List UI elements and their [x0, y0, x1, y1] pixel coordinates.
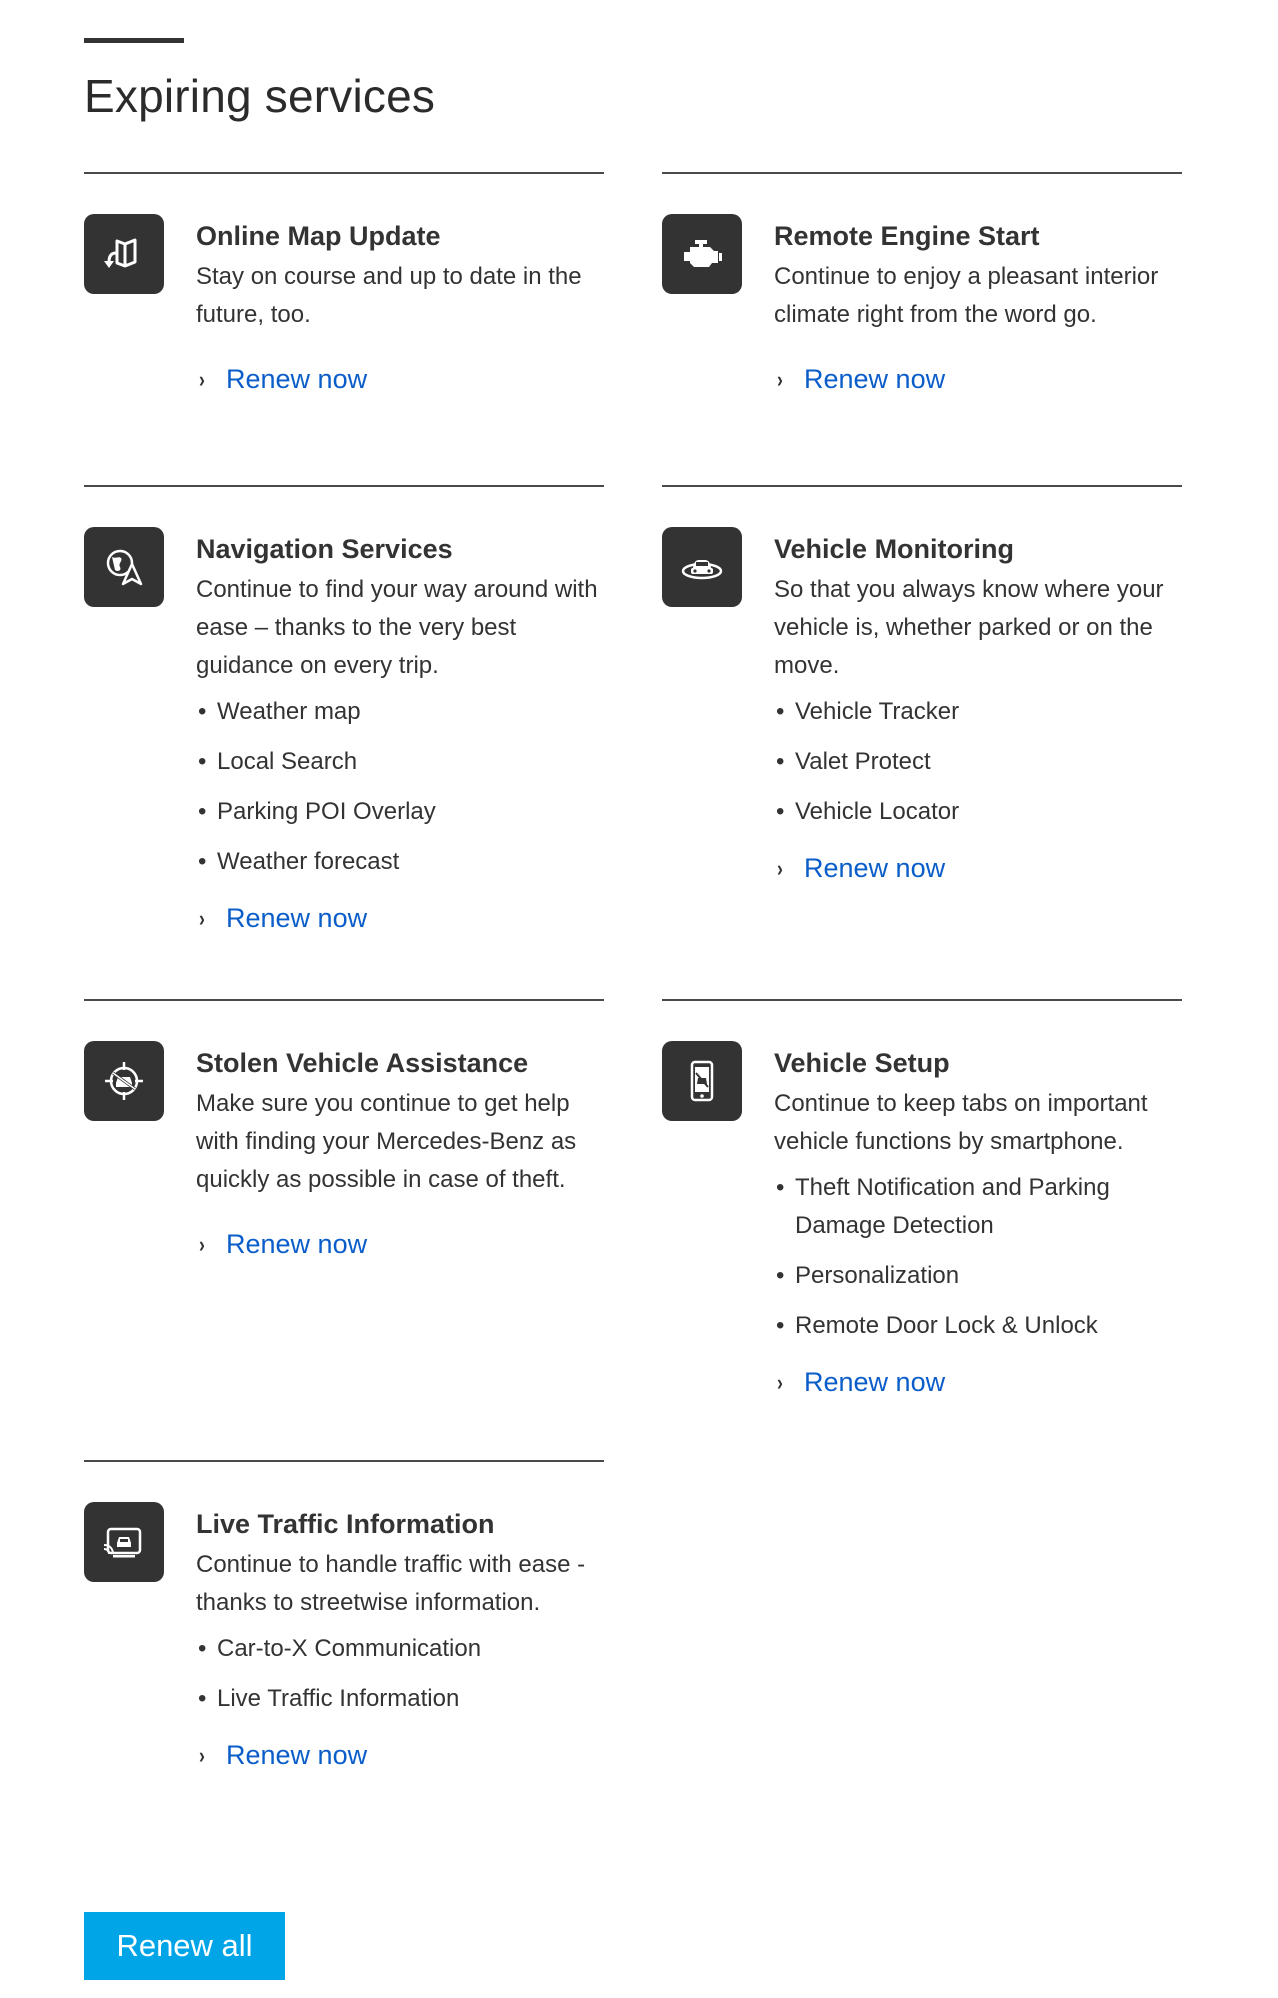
- renew-now-link-navigation-services[interactable]: › Renew now: [196, 903, 606, 934]
- service-card-stolen-vehicle-assistance: Stolen Vehicle Assistance Make sure you …: [84, 999, 604, 1259]
- service-card-live-traffic-information: Live Traffic Information Continue to han…: [84, 1460, 604, 1770]
- smartphone-icon: [662, 1041, 742, 1121]
- feature-item: • Local Search: [198, 748, 358, 775]
- feature-item: • Valet Protect: [776, 748, 931, 775]
- service-description: Make sure you continue to get help with …: [196, 1090, 577, 1193]
- service-description: Continue to find your way around with ea…: [196, 576, 598, 679]
- feature-item: • Vehicle Tracker: [776, 698, 960, 725]
- traffic-screen-icon: [84, 1502, 164, 1582]
- service-description: Continue to handle traffic with ease - t…: [196, 1551, 586, 1616]
- map-update-icon: [84, 214, 164, 294]
- service-name: Stolen Vehicle Assistance: [196, 1048, 529, 1078]
- feature-item: • Car-to-X Communication: [198, 1635, 482, 1662]
- chevron-right-icon: ›: [199, 905, 205, 931]
- renew-now-link-vehicle-setup[interactable]: › Renew now: [774, 1367, 1184, 1398]
- car-monitoring-icon: [662, 527, 742, 607]
- feature-item: • Vehicle Locator: [776, 798, 960, 825]
- service-description: Stay on course and up to date in the fut…: [196, 263, 582, 328]
- service-name: Vehicle Setup: [774, 1048, 950, 1078]
- renew-all-button[interactable]: Renew all: [84, 1912, 285, 1980]
- chevron-right-icon: ›: [777, 855, 783, 881]
- chevron-right-icon: ›: [777, 1369, 783, 1395]
- renew-now-link-stolen-vehicle-assistance[interactable]: › Renew now: [196, 1229, 606, 1260]
- chevron-right-icon: ›: [199, 366, 205, 392]
- feature-list: • Weather map • Local Search • Parking POI …: [196, 693, 606, 881]
- service-name: Online Map Update: [196, 221, 441, 251]
- title-accent-bar: [84, 38, 184, 43]
- service-card-vehicle-setup: Vehicle Setup Continue to keep tabs on i…: [662, 999, 1182, 1397]
- expiring-services-section: Expiring services Online Map Update Stay…: [84, 38, 1182, 1770]
- feature-item: • Remote Door Lock & Unlock: [776, 1312, 1098, 1339]
- feature-item: • Theft Notification and Parking Damage D…: [776, 1174, 1110, 1239]
- service-name: Remote Engine Start: [774, 221, 1040, 251]
- engine-icon: [662, 214, 742, 294]
- service-name: Live Traffic Information: [196, 1509, 495, 1539]
- feature-item: • Personalization: [776, 1262, 960, 1289]
- chevron-right-icon: ›: [777, 366, 783, 392]
- feature-item: • Live Traffic Information: [198, 1685, 460, 1712]
- service-name: Vehicle Monitoring: [774, 534, 1015, 564]
- service-description: So that you always know where your vehic…: [774, 576, 1164, 679]
- service-card-vehicle-monitoring: Vehicle Monitoring So that you always kn…: [662, 485, 1182, 883]
- feature-list: • Vehicle Tracker • Valet Protect • Vehicle…: [774, 693, 1184, 831]
- service-description: Continue to enjoy a pleasant interior cl…: [774, 263, 1159, 328]
- chevron-right-icon: ›: [199, 1231, 205, 1257]
- service-card-online-map-update: Online Map Update Stay on course and up …: [84, 172, 604, 394]
- renew-now-link-remote-engine-start[interactable]: › Renew now: [774, 364, 1184, 395]
- page-title: Expiring services: [84, 70, 436, 122]
- globe-navigation-icon: [84, 527, 164, 607]
- feature-item: • Weather forecast: [198, 848, 400, 875]
- chevron-right-icon: ›: [199, 1742, 205, 1768]
- service-name: Navigation Services: [196, 534, 453, 564]
- service-card-navigation-services: Navigation Services Continue to find you…: [84, 485, 604, 933]
- crosshair-car-icon: [84, 1041, 164, 1121]
- service-card-remote-engine-start: Remote Engine Start Continue to enjoy a …: [662, 172, 1182, 394]
- renew-now-link-online-map-update[interactable]: › Renew now: [196, 364, 606, 395]
- feature-list: • Car-to-X Communication • Live Traffic In…: [196, 1630, 606, 1718]
- renew-now-link-vehicle-monitoring[interactable]: › Renew now: [774, 853, 1184, 884]
- feature-list: • Theft Notification and Parking Damage D…: [774, 1169, 1184, 1345]
- service-description: Continue to keep tabs on important vehic…: [774, 1090, 1148, 1155]
- feature-item: • Weather map: [198, 698, 361, 725]
- renew-now-link-live-traffic-information[interactable]: › Renew now: [196, 1740, 606, 1771]
- feature-item: • Parking POI Overlay: [198, 798, 436, 825]
